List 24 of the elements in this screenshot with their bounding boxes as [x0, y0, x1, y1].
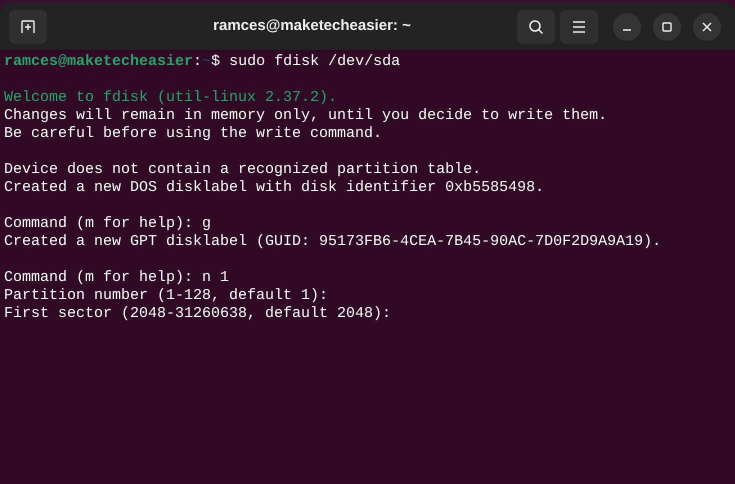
terminal-line: Be careful before using the write command. — [4, 125, 384, 143]
terminal-line: Changes will remain in memory only, until you decide to write them. — [4, 107, 608, 125]
new-tab-icon — [20, 18, 36, 34]
terminal-line: First sector (2048-31260638, default 2048): — [4, 305, 392, 323]
menu-icon — [572, 20, 586, 32]
menu-button[interactable] — [560, 10, 598, 44]
terminal-line: Command (m for help): n 1 — [4, 269, 230, 287]
search-icon — [528, 18, 544, 34]
maximize-icon — [662, 22, 672, 32]
terminal-line: Command (m for help): g — [4, 215, 212, 233]
terminal-line: Device does not contain a recognized partition table. — [4, 161, 482, 179]
minimize-button[interactable] — [613, 12, 641, 40]
maximize-button[interactable] — [653, 12, 681, 40]
terminal-line: Created a new DOS disklabel with disk identifier 0xb5585498. — [4, 179, 546, 197]
terminal-line: Partition number (1-128, default 1): — [4, 287, 330, 305]
window-title: ramces@maketecheasier: ~ — [213, 16, 411, 36]
terminal-line: Welcome to fdisk (util-linux 2.37.2). — [4, 89, 338, 107]
new-tab-button[interactable] — [9, 10, 47, 44]
search-button[interactable] — [517, 10, 555, 44]
terminal-line: Created a new GPT disklabel (GUID: 95173FB6-4CEA-7B45-90AC-7D0F2D9A9A19). — [4, 233, 662, 251]
close-button[interactable] — [693, 12, 721, 40]
close-icon — [702, 22, 712, 32]
terminal-line: ramces@maketecheasier:~$ sudo fdisk /dev/sda — [4, 53, 402, 71]
minimize-icon — [622, 28, 632, 30]
